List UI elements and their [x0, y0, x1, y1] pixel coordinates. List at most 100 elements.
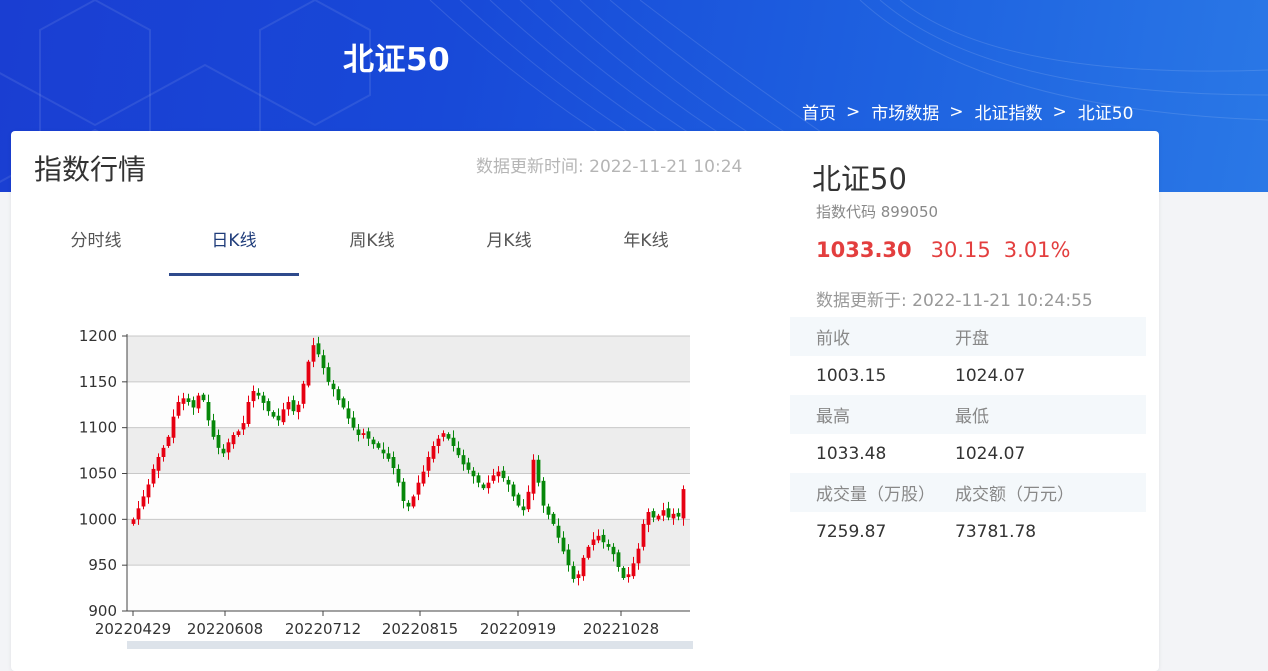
- kline-chart[interactable]: 900 950 1000 1050 1100 1150 1200 20220429 202206…: [55, 321, 705, 651]
- tab-daily-k[interactable]: 日K线: [169, 217, 299, 276]
- candle-body: [516, 494, 521, 506]
- candle-body: [176, 402, 181, 416]
- candle-body: [161, 447, 166, 457]
- stat-label: 开盘: [955, 329, 989, 349]
- candle-body: [531, 459, 536, 494]
- candle-body: [626, 574, 631, 578]
- stats-table: 前收 开盘 1003.15 1024.07 最高 最低 1033.48 1024…: [790, 317, 1146, 551]
- candle-body: [221, 448, 226, 454]
- candle-body: [676, 512, 681, 517]
- y-tick-label: 1200: [79, 327, 117, 345]
- tab-intraday[interactable]: 分时线: [31, 217, 161, 273]
- x-tick-label: 20220429: [95, 620, 171, 638]
- stat-high: 1033.48: [816, 443, 887, 464]
- candle-body: [486, 482, 491, 489]
- candle-body: [241, 423, 246, 430]
- y-tick-label: 900: [88, 602, 117, 620]
- candle-body: [211, 420, 216, 437]
- chart-band: [127, 427, 690, 474]
- candle-body: [371, 439, 376, 445]
- candle-body: [656, 515, 661, 520]
- candle-body: [276, 415, 281, 421]
- candle-body: [196, 395, 201, 409]
- candle-body: [471, 470, 476, 477]
- candle-body: [191, 400, 196, 408]
- x-tick-label: 20221028: [583, 620, 659, 638]
- candle-body: [231, 435, 236, 445]
- breadcrumb-separator: >: [949, 101, 964, 122]
- candle-body: [586, 546, 591, 558]
- candle-body: [506, 479, 511, 485]
- candle-body: [166, 436, 171, 446]
- candle-body: [261, 395, 266, 403]
- stats-value-row: 7259.87 73781.78: [790, 512, 1146, 551]
- candle-body: [476, 475, 481, 483]
- datazoom-slider: [127, 641, 693, 649]
- candle-body: [591, 539, 596, 545]
- candle-body: [271, 412, 276, 417]
- candle-body: [426, 457, 431, 471]
- stat-volume: 7259.87: [816, 521, 887, 542]
- y-tick-label: 1050: [79, 465, 117, 483]
- candle-body: [401, 481, 406, 501]
- candle-body: [451, 437, 456, 446]
- breadcrumb-bse-indices[interactable]: 北证指数: [975, 99, 1043, 124]
- x-tick-label: 20220608: [187, 620, 263, 638]
- stats-label-row: 成交量（万股） 成交额（万元）: [790, 473, 1146, 512]
- candle-body: [251, 391, 256, 402]
- candle-body: [461, 455, 466, 465]
- candle-body: [216, 435, 221, 448]
- candle-body: [156, 457, 161, 471]
- stat-open: 1024.07: [955, 365, 1026, 386]
- candle-body: [151, 468, 156, 484]
- candle-body: [456, 447, 461, 456]
- candle-body: [546, 506, 551, 515]
- candle-body: [256, 392, 261, 396]
- y-tick-label: 1000: [79, 510, 117, 528]
- breadcrumb-market-data[interactable]: 市场数据: [871, 99, 939, 124]
- candle-body: [171, 416, 176, 438]
- kline-chart-svg: 900 950 1000 1050 1100 1150 1200 20220429 202206…: [79, 327, 693, 649]
- tab-yearly-k[interactable]: 年K线: [581, 217, 711, 273]
- candle-body: [436, 438, 441, 446]
- candle-body: [266, 401, 271, 412]
- price-line: 1033.30 30.15 3.01%: [816, 238, 1071, 262]
- section-title: 指数行情: [34, 153, 147, 186]
- candle-body: [331, 383, 336, 390]
- candle-body: [246, 402, 251, 424]
- candle-body: [431, 446, 436, 459]
- candle-body: [226, 442, 231, 453]
- breadcrumb-home[interactable]: 首页: [802, 99, 836, 124]
- tab-weekly-k[interactable]: 周K线: [307, 217, 437, 273]
- candle-body: [541, 480, 546, 506]
- candle-body: [566, 549, 571, 566]
- candle-body: [376, 443, 381, 448]
- tab-monthly-k[interactable]: 月K线: [444, 217, 574, 273]
- stat-label: 最高: [816, 407, 850, 427]
- candle-body: [661, 510, 666, 516]
- candle-body: [301, 383, 306, 404]
- candle-body: [326, 367, 331, 382]
- stats-label-row: 最高 最低: [790, 395, 1146, 434]
- candle-body: [601, 534, 606, 543]
- candle-body: [366, 431, 371, 439]
- candle-body: [306, 361, 311, 386]
- candle-body: [351, 417, 356, 428]
- price-change-pct: 3.01%: [1003, 238, 1071, 262]
- candle-body: [636, 548, 641, 564]
- candle-body: [511, 484, 516, 497]
- chart-band: [127, 336, 690, 382]
- candle-body: [501, 470, 506, 479]
- candle-body: [666, 508, 671, 518]
- candle-body: [361, 433, 366, 435]
- candle-body: [201, 394, 206, 401]
- candle-body: [521, 506, 526, 511]
- candle-body: [611, 546, 616, 555]
- candle-body: [316, 343, 321, 355]
- candle-body: [646, 512, 651, 525]
- stat-turnover: 73781.78: [955, 521, 1037, 542]
- stat-label: 成交额（万元）: [955, 485, 1074, 505]
- x-tick-label: 20220712: [285, 620, 361, 638]
- price-change: 30.15: [930, 238, 991, 262]
- candle-body: [186, 398, 191, 402]
